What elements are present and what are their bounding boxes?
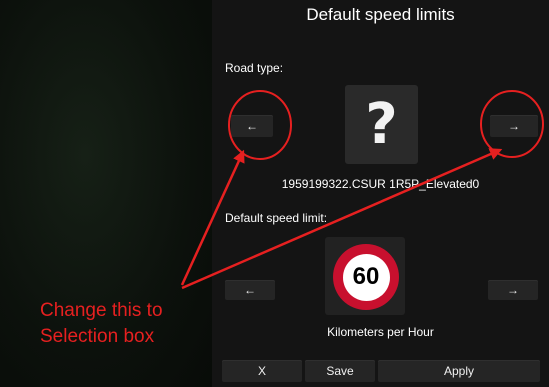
highlight-circle-next <box>480 90 544 158</box>
annotation-line-2: Selection box <box>40 326 155 347</box>
annotation-arrow-next <box>181 148 503 290</box>
annotation-note: Change this to Selection box <box>40 298 210 350</box>
highlight-circle-prev <box>228 90 292 160</box>
annotation-line-1: Change this to <box>40 300 163 321</box>
